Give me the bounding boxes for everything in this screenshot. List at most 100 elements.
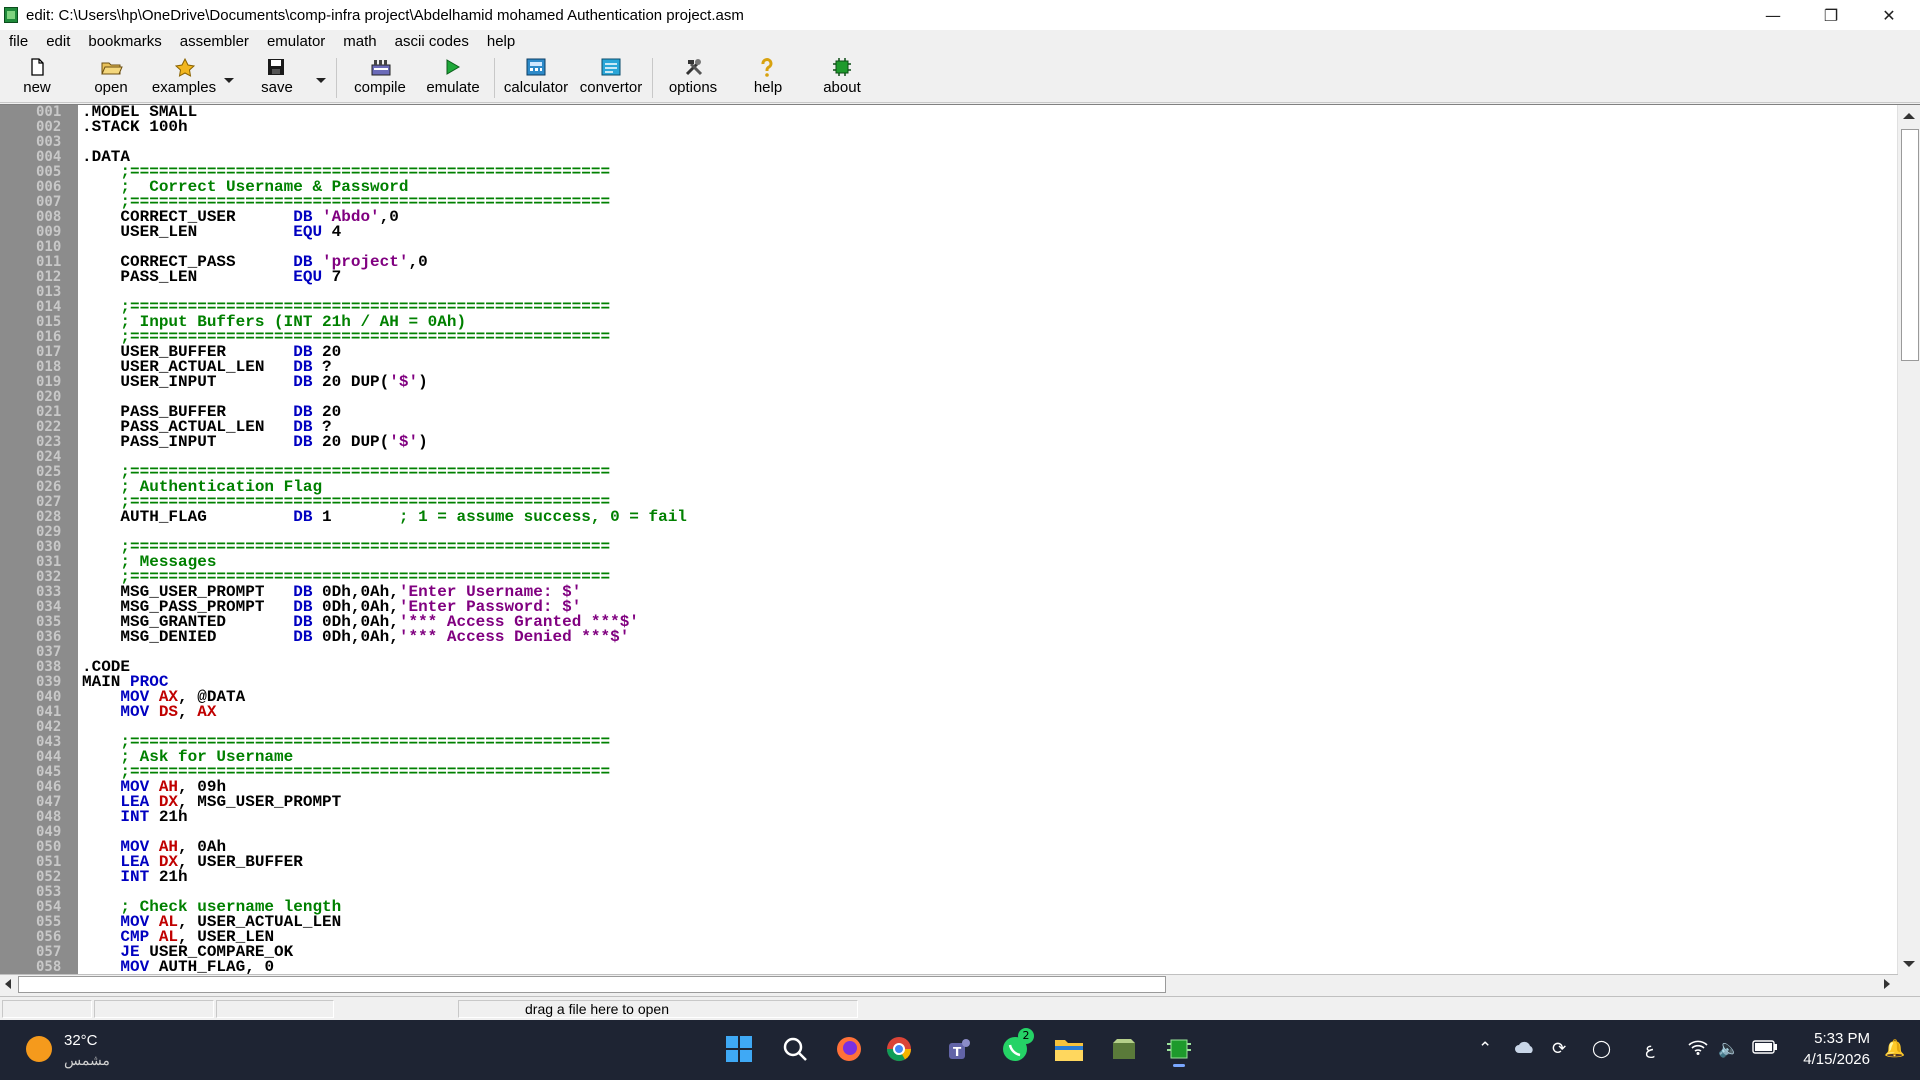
code-line[interactable]: MOV AUTH_FLAG, 0 (82, 958, 1892, 975)
emu8086-taskbar-icon[interactable] (1164, 1034, 1194, 1067)
about-button[interactable]: about (820, 58, 864, 100)
code-line[interactable] (82, 885, 1892, 900)
save-dropdown-arrow-icon[interactable] (316, 78, 326, 83)
menu-math[interactable]: math (343, 33, 376, 50)
code-line[interactable]: .CODE (82, 659, 1892, 675)
code-line[interactable]: ;=======================================… (82, 764, 1892, 780)
menu-ascii-codes[interactable]: ascii codes (395, 33, 469, 50)
code-line[interactable]: INT 21h (82, 869, 1892, 885)
code-line[interactable]: USER_LEN EQU 4 (82, 224, 1892, 240)
convertor-button[interactable]: convertor (578, 58, 644, 100)
code-line[interactable]: PASS_LEN EQU 7 (82, 269, 1892, 285)
help-button[interactable]: help (750, 58, 786, 100)
scroll-right-arrow-icon[interactable] (1884, 979, 1890, 989)
sync-icon[interactable]: ⟳ (1552, 1039, 1566, 1059)
code-token: MOV (120, 958, 150, 975)
menu-edit[interactable]: edit (46, 33, 70, 50)
code-line[interactable]: ; Check username length (82, 899, 1892, 915)
show-hidden-icons-chevron-icon[interactable]: ⌃ (1478, 1039, 1492, 1059)
menu-help[interactable]: help (487, 33, 515, 50)
code-line[interactable]: .MODEL SMALL (82, 105, 1892, 120)
emulate-button[interactable]: emulate (424, 58, 482, 100)
code-line[interactable]: MOV AX, @DATA (82, 689, 1892, 705)
code-line[interactable]: MSG_DENIED DB 0Dh,0Ah,'*** Access Denied… (82, 629, 1892, 645)
compile-button[interactable]: compile (352, 58, 408, 100)
notification-bell-icon[interactable]: 🔔 (1884, 1039, 1905, 1059)
whatsapp-icon[interactable]: 2 (1000, 1028, 1034, 1064)
code-line[interactable]: PASS_BUFFER DB 20 (82, 404, 1892, 420)
code-line[interactable]: MOV AL, USER_ACTUAL_LEN (82, 914, 1892, 930)
examples-dropdown-arrow-icon[interactable] (224, 78, 234, 83)
calculator-button[interactable]: calculator (502, 58, 570, 100)
horizontal-scroll-thumb[interactable] (18, 976, 1166, 993)
floppy-disk-icon (267, 58, 287, 76)
code-line[interactable]: MOV DS, AX (82, 704, 1892, 720)
code-line[interactable]: AUTH_FLAG DB 1 ; 1 = assume success, 0 =… (82, 509, 1892, 525)
code-line[interactable]: ;=======================================… (82, 464, 1892, 480)
code-line[interactable] (82, 825, 1892, 840)
code-line[interactable] (82, 390, 1892, 405)
code-line[interactable]: .STACK 100h (82, 119, 1892, 135)
code-line[interactable]: LEA DX, MSG_USER_PROMPT (82, 794, 1892, 810)
battery-icon[interactable] (1752, 1039, 1778, 1059)
horizontal-scrollbar[interactable] (0, 974, 1898, 993)
vertical-scroll-thumb[interactable] (1901, 129, 1919, 361)
restore-button[interactable]: ❐ (1802, 0, 1860, 30)
line-number: 017 (36, 344, 62, 360)
drag-drop-hint: drag a file here to open (525, 1001, 669, 1017)
file-explorer-icon[interactable] (1054, 1034, 1084, 1064)
emu8086-taskbar-icon-secondary[interactable] (1110, 1034, 1140, 1064)
code-text-area[interactable]: .MODEL SMALL .STACK 100h .DATA ;==========… (82, 105, 1892, 975)
wifi-icon[interactable] (1688, 1039, 1708, 1060)
scroll-down-arrow-icon[interactable] (1903, 961, 1915, 967)
code-line[interactable]: LEA DX, USER_BUFFER (82, 854, 1892, 870)
code-line[interactable]: INT 21h (82, 809, 1892, 825)
code-line[interactable]: CORRECT_USER DB 'Abdo',0 (82, 209, 1892, 225)
new-button[interactable]: new (22, 58, 52, 100)
code-line[interactable]: USER_INPUT DB 20 DUP('$') (82, 374, 1892, 390)
scroll-up-arrow-icon[interactable] (1903, 113, 1915, 119)
code-line[interactable]: ;=======================================… (82, 329, 1892, 345)
volume-icon[interactable]: 🔈 (1718, 1039, 1739, 1059)
open-button[interactable]: open (91, 58, 131, 100)
firefox-icon[interactable] (834, 1034, 864, 1064)
code-line[interactable]: MAIN PROC (82, 674, 1892, 690)
code-line[interactable] (82, 135, 1892, 150)
code-line[interactable]: USER_BUFFER DB 20 (82, 344, 1892, 360)
code-line[interactable]: CMP AL, USER_LEN (82, 929, 1892, 945)
teams-icon[interactable]: T (944, 1034, 974, 1064)
code-line[interactable] (82, 645, 1892, 660)
menu-bookmarks[interactable]: bookmarks (88, 33, 161, 50)
code-line[interactable]: CORRECT_PASS DB 'project',0 (82, 254, 1892, 270)
code-line[interactable]: ;=======================================… (82, 734, 1892, 750)
close-button[interactable]: ✕ (1860, 0, 1918, 30)
line-number: 052 (36, 869, 62, 885)
code-editor[interactable]: 001 002 003 004 005 006 007 008 009 010 011 012 013 0… (0, 104, 1920, 975)
code-line[interactable]: MOV AH, 09h (82, 779, 1892, 795)
onedrive-cloud-icon[interactable] (1514, 1039, 1536, 1060)
meet-now-icon[interactable]: ◯ (1592, 1039, 1611, 1059)
minimize-button[interactable]: — (1744, 0, 1802, 30)
examples-button[interactable]: examples (150, 57, 218, 100)
language-indicator[interactable]: ع (1645, 1039, 1655, 1058)
scroll-left-arrow-icon[interactable] (5, 979, 11, 989)
windows-start-icon[interactable] (724, 1034, 754, 1064)
options-button[interactable]: options (666, 58, 720, 100)
menu-emulator[interactable]: emulator (267, 33, 325, 50)
vertical-scrollbar[interactable] (1897, 105, 1920, 975)
minimize-icon: — (1765, 5, 1781, 25)
save-button[interactable]: save (261, 58, 293, 100)
code-line[interactable]: ;=======================================… (82, 539, 1892, 555)
weather-temperature[interactable]: 32°C (64, 1032, 98, 1049)
menu-file[interactable]: file (9, 33, 28, 50)
chip-icon (832, 58, 852, 76)
code-line[interactable]: JE USER_COMPARE_OK (82, 944, 1892, 960)
code-line[interactable]: PASS_INPUT DB 20 DUP('$') (82, 434, 1892, 450)
clock-time[interactable]: 5:33 PM (1800, 1030, 1870, 1047)
clock-date[interactable]: 4/15/2026 (1794, 1051, 1870, 1068)
sun-weather-icon[interactable] (26, 1036, 52, 1062)
menu-assembler[interactable]: assembler (180, 33, 249, 50)
code-line[interactable]: MOV AH, 0Ah (82, 839, 1892, 855)
search-icon[interactable] (780, 1034, 810, 1064)
chrome-icon[interactable] (884, 1034, 914, 1064)
